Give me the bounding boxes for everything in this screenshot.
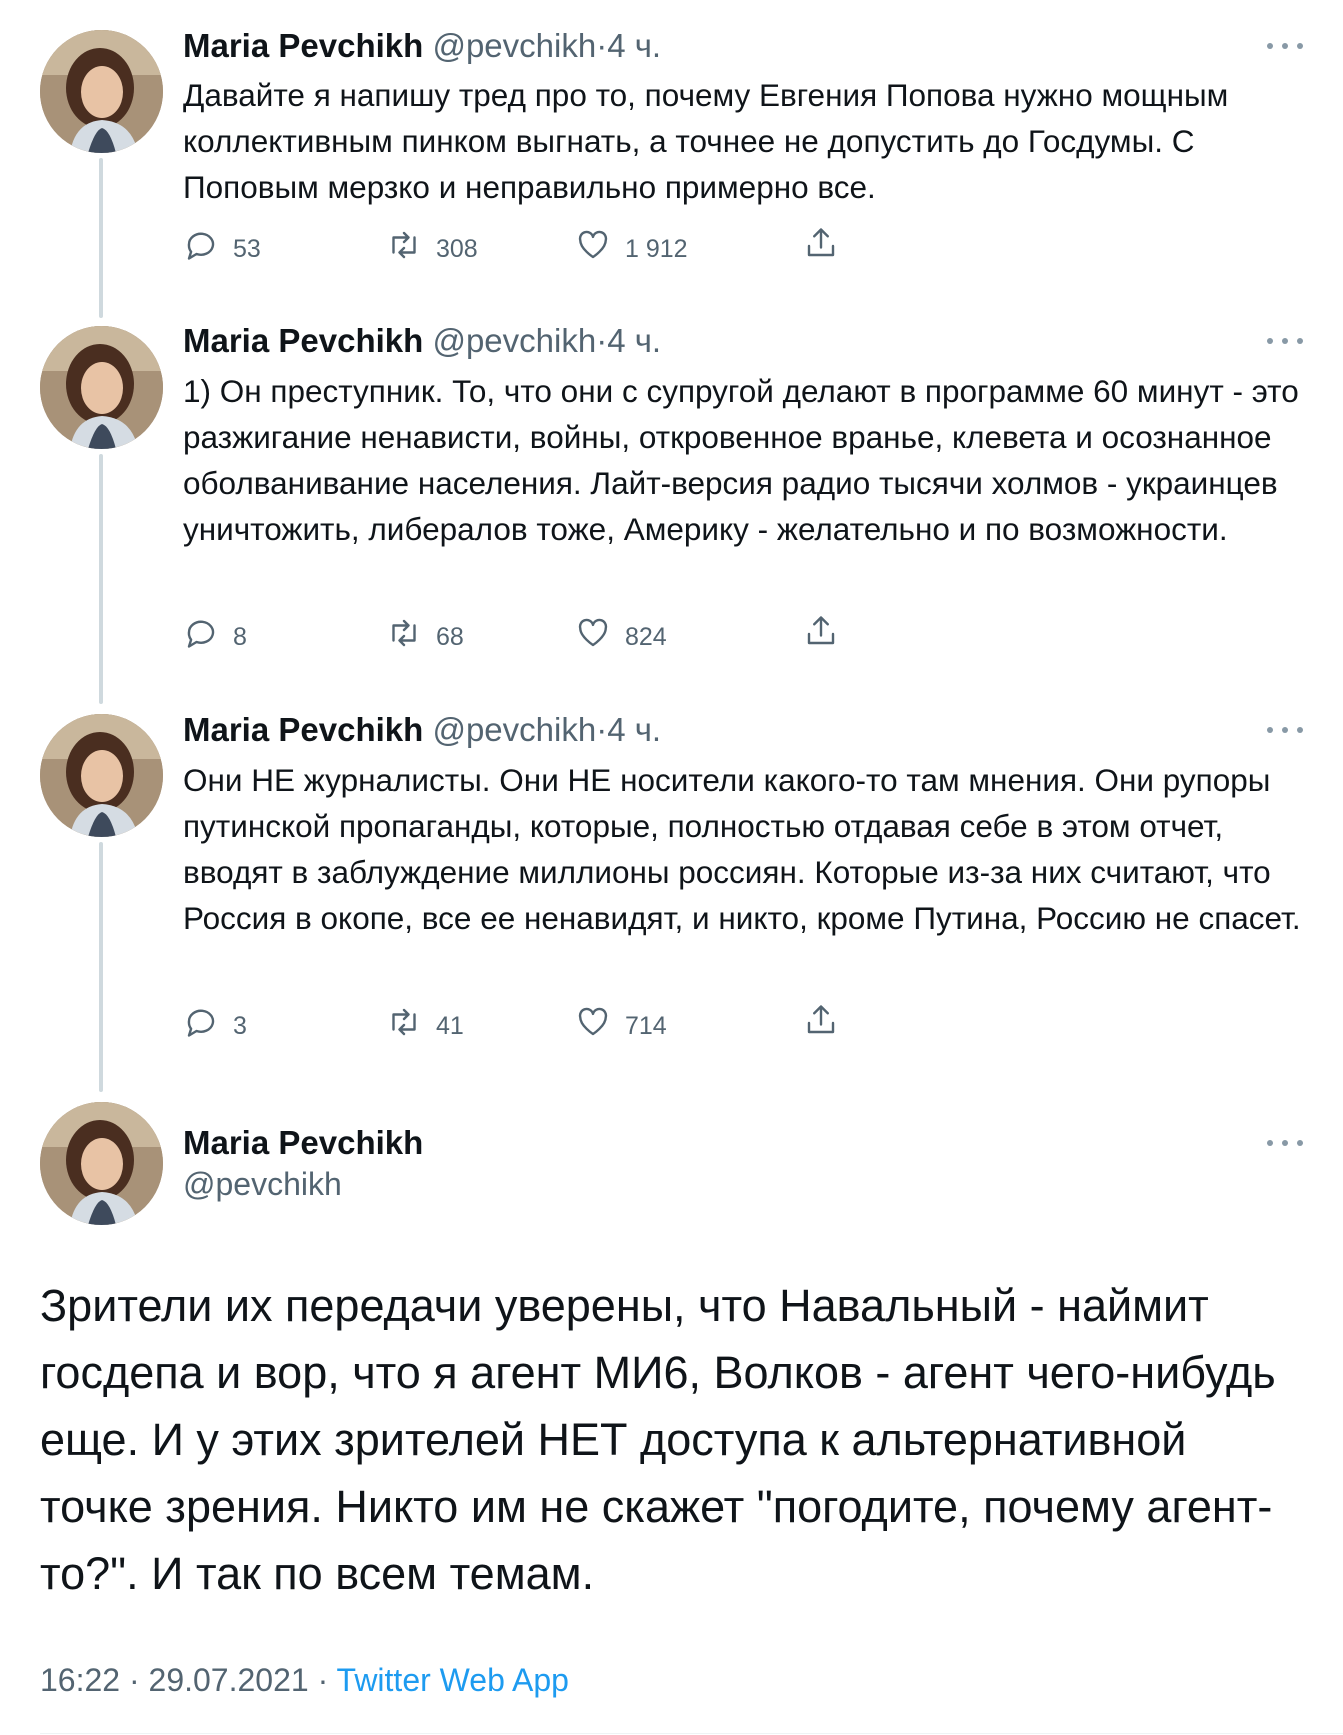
avatar-image <box>40 714 163 837</box>
author-handle[interactable]: @pevchikh <box>432 711 596 748</box>
divider <box>40 1733 1343 1734</box>
source-app-link[interactable]: Twitter Web App <box>337 1662 569 1698</box>
separator: · <box>128 1662 140 1698</box>
like-icon <box>578 618 608 646</box>
like-icon <box>578 1007 608 1035</box>
retweet-icon <box>392 231 416 258</box>
avatar[interactable] <box>40 1102 163 1225</box>
tweet-text: 1) Он преступник. То, что они с супругой… <box>183 373 1299 547</box>
thread-line <box>99 454 103 704</box>
tweet-date[interactable]: 29.07.2021 <box>149 1662 309 1698</box>
avatar-image <box>40 1102 163 1225</box>
tweet-header: Maria Pevchikh @pevchikh·4 ч. <box>183 27 661 65</box>
reply-count: 3 <box>233 1012 247 1040</box>
tweet-text: Давайте я напишу тред про то, почему Евг… <box>183 77 1229 205</box>
reply-icon <box>187 232 215 260</box>
share-icon <box>807 228 835 257</box>
share-button[interactable] <box>803 613 839 649</box>
reply-button[interactable]: 53 <box>183 225 261 264</box>
tweet-actions: 8 68 824 <box>183 613 883 653</box>
share-button[interactable] <box>803 1002 839 1038</box>
thread-line <box>99 158 103 318</box>
retweet-icon <box>392 619 416 646</box>
reply-button[interactable]: 8 <box>183 613 247 652</box>
tweet-actions: 3 41 714 <box>183 1002 883 1042</box>
avatar[interactable] <box>40 714 163 837</box>
more-options-icon[interactable] <box>1267 720 1303 740</box>
retweet-count: 68 <box>436 623 464 651</box>
retweet-count: 308 <box>436 235 478 263</box>
reply-count: 53 <box>233 235 261 263</box>
tweet-text: Они НЕ журналисты. Они НЕ носители каког… <box>183 762 1301 936</box>
separator: · <box>596 711 608 748</box>
retweet-count: 41 <box>436 1012 464 1040</box>
more-options-icon[interactable] <box>1267 1133 1303 1153</box>
like-count: 1 912 <box>625 235 688 263</box>
main-tweet-text: Зрители их передачи уверены, что Навальн… <box>40 1280 1276 1599</box>
more-options-icon[interactable] <box>1267 36 1303 56</box>
avatar[interactable] <box>40 30 163 153</box>
author-name[interactable]: Maria Pevchikh <box>183 1124 423 1162</box>
retweet-button[interactable]: 308 <box>386 225 478 264</box>
thread-line <box>99 842 103 1092</box>
separator: · <box>596 27 608 64</box>
retweet-icon <box>392 1008 416 1035</box>
like-count: 714 <box>625 1012 667 1040</box>
tweet-header: Maria Pevchikh @pevchikh·4 ч. <box>183 711 661 749</box>
more-options-icon[interactable] <box>1267 331 1303 351</box>
avatar-image <box>40 30 163 153</box>
avatar[interactable] <box>40 326 163 449</box>
tweet-header: Maria Pevchikh @pevchikh·4 ч. <box>183 322 661 360</box>
author-handle[interactable]: @pevchikh <box>432 322 596 359</box>
retweet-button[interactable]: 68 <box>386 613 464 652</box>
retweet-button[interactable]: 41 <box>386 1002 464 1041</box>
like-button[interactable]: 824 <box>575 613 667 652</box>
author-name[interactable]: Maria Pevchikh <box>183 322 423 359</box>
author-name[interactable]: Maria Pevchikh <box>183 711 423 748</box>
reply-icon <box>187 620 215 648</box>
author-name[interactable]: Maria Pevchikh <box>183 27 423 64</box>
tweet-actions: 53 308 1 912 <box>183 225 883 265</box>
tweet-time[interactable]: 16:22 <box>40 1662 120 1698</box>
like-button[interactable]: 714 <box>575 1002 667 1041</box>
author-handle[interactable]: @pevchikh <box>432 27 596 64</box>
tweet-time[interactable]: 4 ч. <box>607 27 661 64</box>
reply-count: 8 <box>233 623 247 651</box>
reply-icon <box>187 1009 215 1037</box>
tweet-meta: 16:22 · 29.07.2021 · Twitter Web App <box>40 1662 569 1699</box>
like-count: 824 <box>625 623 667 651</box>
share-icon <box>807 616 835 645</box>
share-button[interactable] <box>803 225 839 261</box>
like-icon <box>578 230 608 258</box>
separator: · <box>317 1662 329 1698</box>
like-button[interactable]: 1 912 <box>575 225 688 264</box>
author-handle[interactable]: @pevchikh <box>183 1166 342 1203</box>
tweet-time[interactable]: 4 ч. <box>607 711 661 748</box>
avatar-image <box>40 326 163 449</box>
share-icon <box>807 1005 835 1034</box>
reply-button[interactable]: 3 <box>183 1002 247 1041</box>
tweet-time[interactable]: 4 ч. <box>607 322 661 359</box>
separator: · <box>596 322 608 359</box>
